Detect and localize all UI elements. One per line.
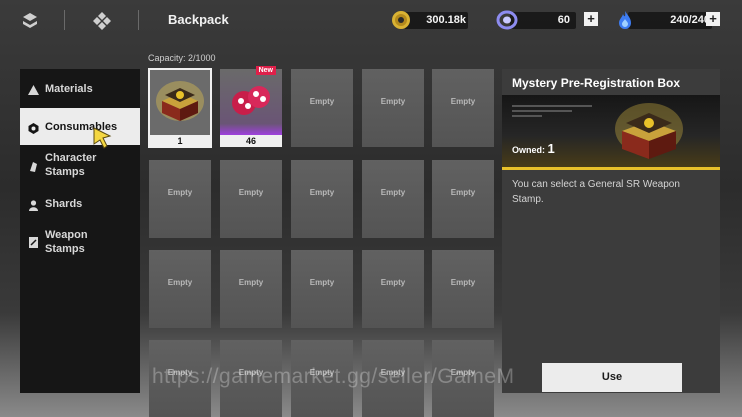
gold-value: 300.18k	[426, 14, 466, 26]
add-stamina-button[interactable]: +	[706, 12, 720, 26]
item-count: 46	[220, 135, 282, 147]
empty-label: Empty	[309, 278, 335, 287]
inventory-slot-empty[interactable]: Empty	[362, 250, 424, 328]
capacity-label: Capacity: 2/1000	[148, 53, 216, 63]
inventory-slot-empty[interactable]: Empty	[149, 250, 211, 328]
empty-label: Empty	[167, 188, 193, 197]
empty-label: Empty	[380, 278, 406, 287]
sidebar-item-label: Materials	[45, 83, 93, 95]
sidebar-item-character-stamps[interactable]: Character Stamps	[20, 151, 140, 183]
empty-label: Empty	[238, 188, 264, 197]
empty-label: Empty	[167, 278, 193, 287]
menu-logo-icon[interactable]	[18, 9, 42, 33]
stamina-value: 240/240	[670, 14, 710, 26]
inventory-slot-empty[interactable]: Empty	[362, 69, 424, 147]
purple-ring-icon	[496, 9, 518, 31]
empty-label: Empty	[450, 97, 476, 106]
rarity-bar	[502, 167, 720, 170]
category-sidebar: Materials Consumables Character Stamps S…	[20, 69, 140, 393]
inventory-slot-empty[interactable]: Empty	[432, 160, 494, 238]
item-count: 1	[149, 135, 211, 147]
watermark: https://gamemarket.gg/seller/GameM	[152, 365, 515, 388]
inventory-slot-empty[interactable]: Empty	[149, 160, 211, 238]
item-description: You can select a General SR Weapon Stamp…	[512, 179, 680, 205]
sidebar-item-label: Shards	[45, 198, 83, 210]
sidebar-item-label: Character Stamps	[45, 152, 97, 178]
item-title: Mystery Pre-Registration Box	[512, 76, 681, 90]
owned-count: Owned: 1	[512, 141, 555, 156]
pointer-cursor-icon	[90, 126, 114, 150]
materials-icon	[28, 83, 39, 95]
empty-label: Empty	[450, 278, 476, 287]
inventory-slot-empty[interactable]: Empty	[432, 69, 494, 147]
inventory-slot-empty[interactable]: Empty	[291, 69, 353, 147]
inventory-slot-empty[interactable]: Empty	[362, 160, 424, 238]
top-bar: Backpack 300.18k 60 + 240/240 +	[0, 0, 742, 44]
divider	[138, 10, 139, 30]
empty-label: Empty	[380, 188, 406, 197]
inventory-slot-empty[interactable]: Empty	[432, 250, 494, 328]
empty-label: Empty	[309, 188, 335, 197]
red-orb-icon	[228, 81, 274, 121]
inventory-slot-empty[interactable]: Empty	[220, 160, 282, 238]
divider	[64, 10, 65, 30]
inventory-slot-mystery-box[interactable]: 1	[148, 68, 212, 148]
sidebar-item-consumables[interactable]: Consumables	[20, 108, 140, 149]
mystery-box-icon	[154, 75, 206, 127]
owned-value: 1	[547, 141, 555, 156]
use-button[interactable]: Use	[542, 363, 682, 392]
inventory-slot-empty[interactable]: Empty	[291, 160, 353, 238]
inventory-slot-empty[interactable]: Empty	[220, 250, 282, 328]
empty-label: Empty	[238, 278, 264, 287]
empty-label: Empty	[450, 188, 476, 197]
inventory-slot-red-orbs[interactable]: New 46	[220, 66, 282, 147]
character-stamp-icon	[28, 159, 39, 172]
blue-flame-icon	[614, 9, 636, 31]
inventory-slot-empty[interactable]: Empty	[291, 250, 353, 328]
item-artwork: Owned: 1	[502, 95, 720, 169]
fine-print-line	[512, 115, 542, 117]
add-ring-button[interactable]: +	[584, 12, 598, 26]
owned-label: Owned:	[512, 145, 545, 155]
fine-print-line	[512, 110, 572, 112]
shards-icon	[28, 198, 39, 211]
weapon-stamp-icon	[28, 235, 39, 248]
consumables-icon	[28, 121, 39, 134]
sidebar-item-weapon-stamps[interactable]: Weapon Stamps	[20, 227, 140, 259]
page-title: Backpack	[168, 12, 229, 27]
fine-print-line	[512, 105, 592, 107]
empty-label: Empty	[309, 97, 335, 106]
new-badge: New	[255, 66, 276, 75]
ring-value: 60	[557, 14, 570, 26]
home-icon[interactable]	[90, 9, 114, 33]
gold-coin-icon	[390, 9, 412, 31]
sidebar-item-label: Weapon Stamps	[45, 229, 88, 255]
item-detail-panel: Mystery Pre-Registration Box Owned: 1 Yo…	[502, 69, 720, 393]
sidebar-item-shards[interactable]: Shards	[20, 193, 140, 217]
mystery-box-icon	[614, 99, 684, 165]
empty-label: Empty	[380, 97, 406, 106]
sidebar-item-materials[interactable]: Materials	[20, 77, 140, 101]
